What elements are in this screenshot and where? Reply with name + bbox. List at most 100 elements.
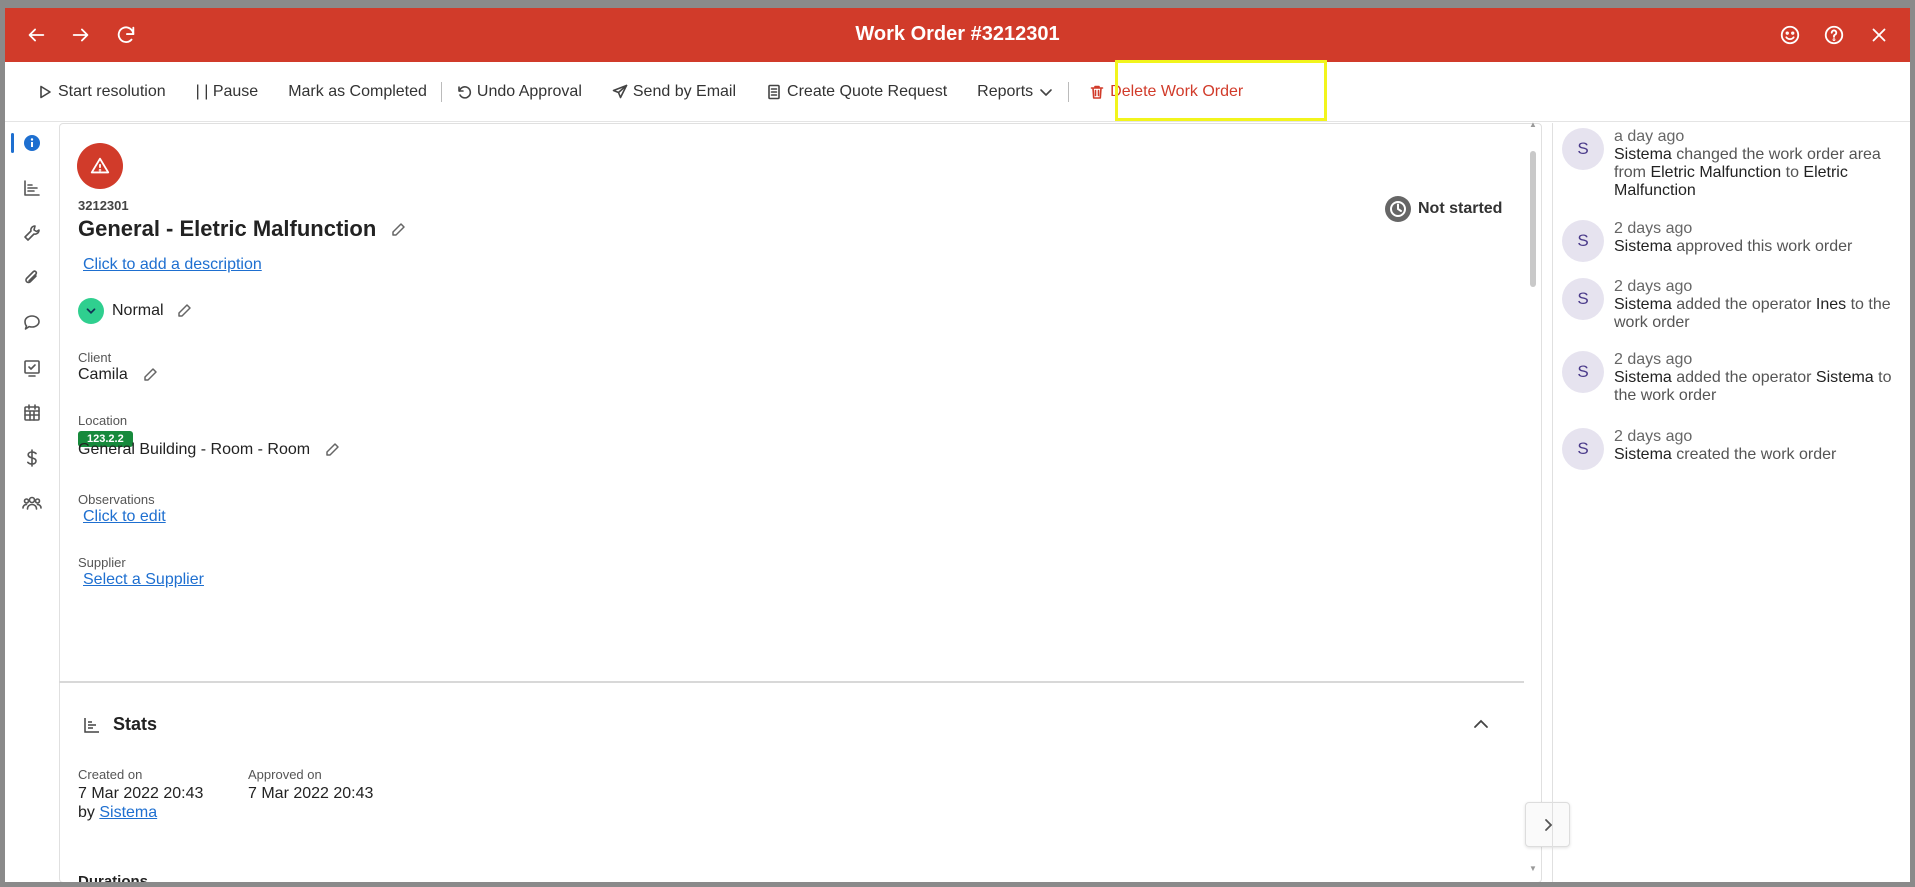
close-icon[interactable] xyxy=(1864,20,1894,50)
stats-header: Stats xyxy=(83,714,157,735)
avatar: S xyxy=(1562,128,1604,170)
help-icon[interactable] xyxy=(1819,20,1849,50)
activity-actor: Sistema xyxy=(1614,146,1672,163)
wrench-icon[interactable] xyxy=(19,220,45,246)
activity-message: Sistema added the operator Ines to the w… xyxy=(1614,296,1907,332)
work-order-title-text: General - Eletric Malfunction xyxy=(78,216,377,241)
supplier-label: Supplier xyxy=(78,555,126,570)
activity-text-part: added the operator xyxy=(1671,369,1816,386)
chevron-down-icon xyxy=(1040,88,1052,96)
collapse-stats-chevron-up-icon[interactable] xyxy=(1471,714,1493,736)
comment-icon[interactable] xyxy=(19,310,45,336)
activity-item: S2 days ago Sistema added the operator Si… xyxy=(1562,351,1907,405)
stats-chart-icon[interactable] xyxy=(19,175,45,201)
select-supplier-link[interactable]: Select a Supplier xyxy=(83,571,204,589)
add-description-link[interactable]: Click to add a description xyxy=(83,256,262,274)
approved-on-label: Approved on xyxy=(248,767,322,782)
avatar: S xyxy=(1562,351,1604,393)
approved-on-date: 7 Mar 2022 20:43 xyxy=(248,785,374,802)
activity-time: 2 days ago xyxy=(1614,351,1693,368)
calendar-icon[interactable] xyxy=(19,400,45,426)
delete-work-order-button[interactable]: Delete Work Order xyxy=(1071,72,1255,112)
toolbar-separator xyxy=(440,81,442,102)
activity-actor: Sistema xyxy=(1614,238,1672,255)
mark-completed-button[interactable]: Mark as Completed xyxy=(270,72,439,112)
activity-item: S2 days ago Sistema approved this work or… xyxy=(1562,220,1907,262)
section-divider xyxy=(59,681,1524,683)
action-toolbar: Start resolution | | Pause Mark as Compl… xyxy=(5,62,1910,122)
start-resolution-button[interactable]: Start resolution xyxy=(25,72,178,112)
dollar-icon[interactable] xyxy=(19,445,45,471)
created-on-date: 7 Mar 2022 20:43 xyxy=(78,785,204,802)
activity-text: 2 days ago Sistema approved this work ord… xyxy=(1614,220,1852,262)
durations-heading: Durations xyxy=(78,873,149,882)
created-on-stat: Created on 7 Mar 2022 20:43 by Sistema xyxy=(78,765,203,822)
activity-text: 2 days ago Sistema added the operator Sis… xyxy=(1614,351,1907,405)
window-title: Work Order #3212301 xyxy=(855,23,1060,45)
team-icon[interactable] xyxy=(19,490,45,516)
clock-icon xyxy=(1385,196,1411,222)
priority-selector: Normal xyxy=(78,298,192,324)
activity-entity: Sistema xyxy=(1815,369,1874,386)
client-label: Client xyxy=(78,350,112,365)
activity-message: Sistema approved this work order xyxy=(1614,238,1852,256)
work-order-id: 3212301 xyxy=(78,198,129,213)
avatar: S xyxy=(1562,428,1604,470)
checklist-icon[interactable] xyxy=(19,355,45,381)
created-by-prefix: by xyxy=(78,804,95,821)
activity-time: 2 days ago xyxy=(1614,428,1693,445)
created-by-link[interactable]: Sistema xyxy=(99,804,157,821)
activity-text: 2 days ago Sistema created the work order xyxy=(1614,428,1836,470)
activity-time: 2 days ago xyxy=(1614,220,1693,237)
activity-text-part: created the work order xyxy=(1671,446,1837,463)
reports-dropdown[interactable]: Reports xyxy=(959,72,1066,112)
scrollbar-thumb[interactable] xyxy=(1530,151,1536,287)
activity-text-part: to xyxy=(1781,164,1804,181)
activity-time: a day ago xyxy=(1614,128,1685,145)
edit-priority-pencil-icon[interactable] xyxy=(176,303,192,319)
activity-time: 2 days ago xyxy=(1614,278,1693,295)
activity-text: a day ago Sistema changed the work order … xyxy=(1614,128,1907,200)
stats-title: Stats xyxy=(113,714,158,734)
activity-text-part: approved this work order xyxy=(1671,238,1853,255)
activity-actor: Sistema xyxy=(1614,296,1672,313)
approved-on-stat: Approved on 7 Mar 2022 20:43 xyxy=(248,765,373,803)
undo-icon xyxy=(458,85,471,99)
pause-button[interactable]: | | Pause xyxy=(178,72,271,112)
priority-label: Normal xyxy=(112,302,164,319)
scroll-down-arrow[interactable]: ▼ xyxy=(1527,864,1539,874)
title-bar: Work Order #3212301 xyxy=(5,8,1910,62)
stats-chart-icon xyxy=(84,717,99,733)
activity-entity: Ines xyxy=(1815,296,1847,313)
edit-title-pencil-icon[interactable] xyxy=(390,222,406,238)
activity-item: S 2 days ago Sistema added the operator In… xyxy=(1562,278,1907,332)
undo-approval-button[interactable]: Undo Approval xyxy=(444,72,594,112)
edit-observations-link[interactable]: Click to edit xyxy=(83,508,166,526)
location-value: General Building - Room - Room xyxy=(78,441,311,458)
created-by-line: by Sistema xyxy=(78,803,203,822)
observations-label: Observations xyxy=(78,492,155,507)
active-indicator xyxy=(11,133,14,153)
location-field: General Building - Room - Room xyxy=(78,441,340,459)
create-quote-request-button[interactable]: Create Quote Request xyxy=(748,72,959,112)
activity-message: Sistema changed the work order area from… xyxy=(1614,146,1907,200)
trash-icon xyxy=(1090,85,1104,99)
priority-chevron-icon[interactable] xyxy=(78,298,104,324)
scroll-up-arrow[interactable]: ▲ xyxy=(1527,120,1539,130)
avatar: S xyxy=(1562,278,1604,320)
client-field: Camila xyxy=(78,366,158,384)
activity-text-part: added the operator xyxy=(1671,296,1816,313)
status-badge: Not started xyxy=(1385,196,1502,222)
alert-icon xyxy=(77,143,123,189)
edit-client-pencil-icon[interactable] xyxy=(142,367,158,383)
toolbar-separator xyxy=(1068,81,1070,102)
smiley-feedback-icon[interactable] xyxy=(1775,20,1805,50)
paperclip-icon[interactable] xyxy=(19,265,45,291)
info-icon[interactable] xyxy=(19,130,45,156)
play-icon xyxy=(40,85,51,98)
work-order-window: Work Order #3212301 Start resolution | |… xyxy=(5,8,1910,882)
edit-location-pencil-icon[interactable] xyxy=(324,442,340,458)
created-on-label: Created on xyxy=(78,767,143,782)
send-email-button[interactable]: Send by Email xyxy=(594,72,748,112)
activity-message: Sistema added the operator Sistema to th… xyxy=(1614,369,1907,405)
